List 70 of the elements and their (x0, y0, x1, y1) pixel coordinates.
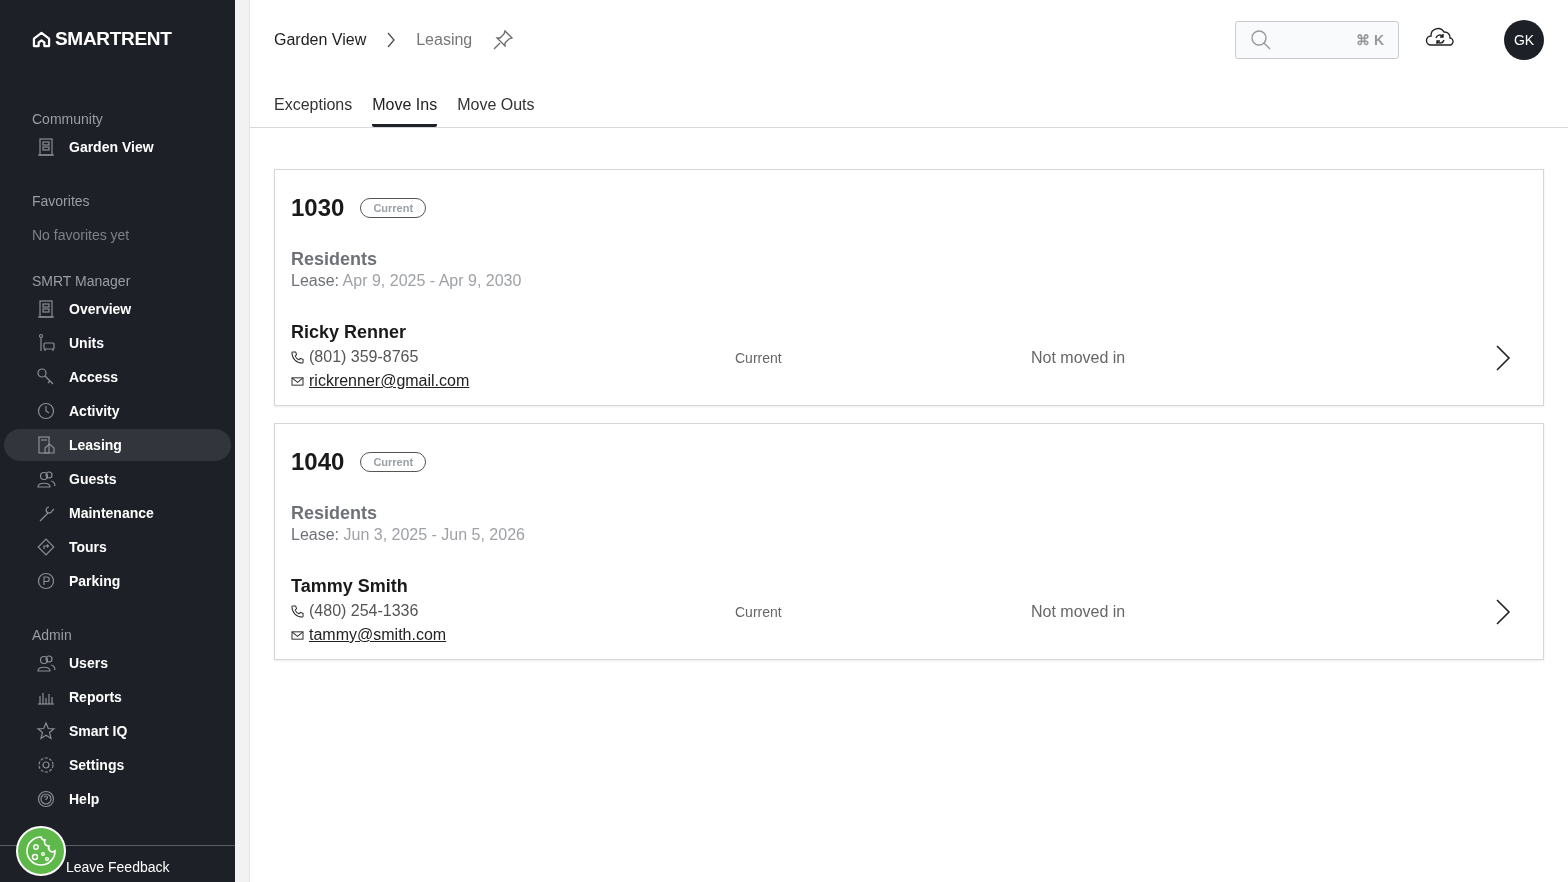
tab[interactable]: Move Ins (372, 80, 438, 127)
pin-icon[interactable] (492, 29, 515, 51)
nav-item[interactable]: Guests (4, 463, 231, 495)
shortcut-hint: ⌘ K (1356, 32, 1384, 48)
tab[interactable]: Exceptions (274, 80, 353, 127)
resident-name: Tammy Smith (291, 576, 409, 597)
section-heading: Community (31, 111, 104, 127)
cloud-sync-icon[interactable] (1425, 26, 1455, 48)
cookie-icon[interactable] (16, 826, 66, 876)
help-icon (36, 789, 56, 809)
residents-heading: Residents (291, 503, 379, 524)
user-avatar[interactable]: GK (1504, 20, 1544, 60)
phone-number: (480) 254-1336 (309, 602, 419, 620)
section-heading: SMRT Manager (31, 273, 132, 289)
parking-icon (36, 571, 56, 591)
gear-icon (36, 755, 56, 775)
unit-number: 1040 (291, 448, 345, 476)
people-icon (36, 653, 56, 673)
nav-item[interactable]: Activity (4, 395, 231, 427)
phone-number: (801) 359-8765 (309, 348, 419, 366)
breadcrumb-link[interactable]: Garden View (274, 31, 367, 49)
nav-item[interactable]: Garden View (4, 131, 231, 163)
lease-dates: Lease: Apr 9, 2025 - Apr 9, 2030 (291, 272, 523, 290)
search-icon (1250, 29, 1272, 51)
people-icon (36, 469, 56, 489)
mail-icon (291, 375, 304, 387)
nav-item[interactable]: Smart IQ (4, 715, 231, 747)
nav-item[interactable]: Access (4, 361, 231, 393)
email-link[interactable]: tammy@smith.com (309, 626, 447, 644)
resident-status: Current (735, 603, 783, 620)
house-document-icon (36, 435, 56, 455)
resident-status: Current (735, 349, 783, 366)
residents-heading: Residents (291, 249, 379, 270)
section-heading: Admin (31, 627, 73, 643)
star-icon (36, 721, 56, 741)
chevron-right-icon[interactable] (1495, 343, 1511, 372)
breadcrumb-link[interactable]: Leasing (416, 31, 473, 49)
nav-item[interactable]: Settings (4, 749, 231, 781)
nav-item[interactable]: Overview (4, 293, 231, 325)
clock-icon (36, 401, 56, 421)
mail-icon (291, 629, 304, 641)
phone-icon (291, 350, 304, 364)
nav-item[interactable]: Maintenance (4, 497, 231, 529)
logo-text: SMARTRENT (55, 28, 172, 50)
section-heading: Favorites (31, 193, 91, 209)
building-icon (36, 137, 56, 157)
resident-name: Ricky Renner (291, 322, 408, 343)
chair-icon (36, 333, 56, 353)
key-icon (36, 367, 56, 387)
chevron-right-icon (386, 32, 397, 48)
phone-icon (291, 604, 304, 618)
unit-number: 1030 (291, 194, 345, 222)
diamond-arrow-icon (36, 537, 56, 557)
nav-item[interactable]: Leasing (4, 429, 231, 461)
building-icon (36, 299, 56, 319)
empty-note: No favorites yet (31, 226, 131, 243)
nav-item[interactable]: Units (4, 327, 231, 359)
nav-item[interactable]: Parking (4, 565, 231, 597)
leave-feedback-link[interactable]: Leave Feedback (66, 859, 170, 875)
tab[interactable]: Move Outs (457, 80, 535, 127)
nav-item[interactable]: Reports (4, 681, 231, 713)
move-in-status: Not moved in (1031, 602, 1127, 621)
move-in-status: Not moved in (1031, 348, 1127, 367)
email-link[interactable]: rickrenner@gmail.com (309, 372, 470, 390)
nav-item[interactable]: Tours (4, 531, 231, 563)
chevron-right-icon[interactable] (1495, 597, 1511, 626)
nav-item[interactable]: Help (4, 783, 231, 815)
lease-dates: Lease: Jun 3, 2025 - Jun 5, 2026 (291, 526, 526, 544)
house-logo-icon (32, 30, 51, 48)
nav-item[interactable]: Users (4, 647, 231, 679)
